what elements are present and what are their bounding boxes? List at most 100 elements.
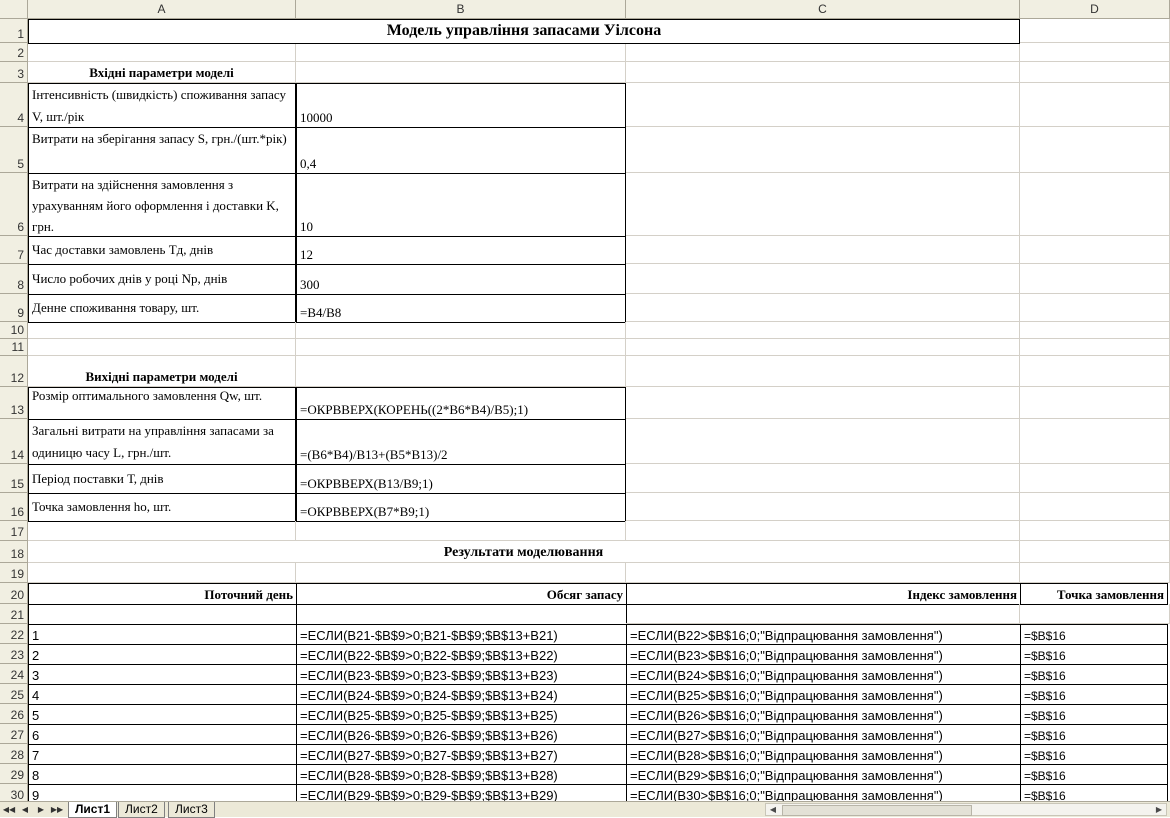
row-header-16[interactable]: 16: [0, 493, 28, 521]
cell[interactable]: [28, 563, 296, 583]
table-row-order-index[interactable]: =ЕСЛИ(B22>$B$16;0;"Відпрацювання замовле…: [626, 624, 1021, 645]
input-label[interactable]: Денне споживання товару, шт.: [28, 294, 296, 323]
spreadsheet-grid[interactable]: A B C D 1 2 3 4 5 6 7 8 9 10 11 12 13 14…: [0, 0, 1170, 801]
cell[interactable]: [1020, 236, 1170, 264]
input-value[interactable]: 10: [296, 173, 626, 237]
cell[interactable]: [1020, 563, 1170, 583]
cell[interactable]: [626, 356, 1020, 387]
cell[interactable]: [296, 563, 626, 583]
table-row-order-index[interactable]: =ЕСЛИ(B29>$B$16;0;"Відпрацювання замовле…: [626, 764, 1021, 785]
table-row-day[interactable]: 9: [28, 784, 297, 801]
output-value[interactable]: =ОКРВВЕРХ(B13/B9;1): [296, 464, 626, 494]
column-header-b[interactable]: B: [296, 0, 626, 19]
table-header[interactable]: Точка замовлення: [1020, 583, 1168, 605]
column-header-d[interactable]: D: [1020, 0, 1170, 19]
input-label[interactable]: Число робочих днів у році Np, днів: [28, 264, 296, 295]
table-row-stock[interactable]: =ЕСЛИ(B24-$B$9>0;B24-$B$9;$B$13+B24): [296, 684, 627, 705]
table-row-order-index[interactable]: =ЕСЛИ(B25>$B$16;0;"Відпрацювання замовле…: [626, 684, 1021, 705]
cell[interactable]: [1020, 127, 1170, 173]
table-row-day[interactable]: 2: [28, 644, 297, 665]
scroll-right-icon[interactable]: ▶: [1152, 804, 1166, 815]
cell[interactable]: [626, 387, 1020, 419]
cell[interactable]: [626, 173, 1020, 236]
outputs-header[interactable]: Вихідні параметри моделі: [28, 356, 296, 387]
cell[interactable]: [296, 339, 626, 356]
row-header-27[interactable]: 27: [0, 724, 28, 744]
output-label[interactable]: Загальні витрати на управління запасами …: [28, 419, 296, 465]
cell[interactable]: [1020, 387, 1170, 419]
row-header-13[interactable]: 13: [0, 387, 28, 419]
cell[interactable]: [1020, 62, 1170, 83]
cell[interactable]: [1020, 264, 1170, 294]
cell[interactable]: [1020, 604, 1170, 624]
table-row-order-point[interactable]: =$B$16: [1020, 784, 1168, 801]
row-header-9[interactable]: 9: [0, 294, 28, 322]
table-row-order-point[interactable]: =$B$16: [1020, 704, 1168, 725]
table-row-stock[interactable]: =ЕСЛИ(B25-$B$9>0;B25-$B$9;$B$13+B25): [296, 704, 627, 725]
row-header-7[interactable]: 7: [0, 236, 28, 264]
row-header-17[interactable]: 17: [0, 521, 28, 541]
table-row-stock[interactable]: =ЕСЛИ(B27-$B$9>0;B27-$B$9;$B$13+B27): [296, 744, 627, 765]
cell[interactable]: [1020, 43, 1170, 62]
table-row-day[interactable]: 5: [28, 704, 297, 725]
input-value[interactable]: 300: [296, 264, 626, 295]
input-label[interactable]: Час доставки замовлень Тд, днів: [28, 236, 296, 265]
cell[interactable]: [296, 521, 626, 541]
cell[interactable]: [626, 339, 1020, 356]
select-all-corner[interactable]: [0, 0, 28, 19]
input-label[interactable]: Витрати на здійснення замовлення з ураху…: [28, 173, 296, 237]
table-row-order-index[interactable]: =ЕСЛИ(B24>$B$16;0;"Відпрацювання замовле…: [626, 664, 1021, 685]
row-header-28[interactable]: 28: [0, 744, 28, 764]
input-value[interactable]: =B4/B8: [296, 294, 626, 323]
input-value[interactable]: 10000: [296, 83, 626, 128]
input-value[interactable]: 0,4: [296, 127, 626, 174]
table-row-day[interactable]: 6: [28, 724, 297, 745]
row-header-10[interactable]: 10: [0, 322, 28, 339]
row-header-2[interactable]: 2: [0, 43, 28, 62]
row-header-8[interactable]: 8: [0, 264, 28, 294]
output-value[interactable]: =(B6*B4)/B13+(B5*B13)/2: [296, 419, 626, 465]
cell[interactable]: [296, 604, 627, 625]
cell[interactable]: [626, 127, 1020, 173]
cell[interactable]: [28, 43, 296, 62]
table-row-order-index[interactable]: =ЕСЛИ(B28>$B$16;0;"Відпрацювання замовле…: [626, 744, 1021, 765]
table-row-order-point[interactable]: =$B$16: [1020, 744, 1168, 765]
table-header[interactable]: Поточний день: [28, 583, 297, 605]
cell[interactable]: [626, 521, 1020, 541]
cell[interactable]: [296, 356, 626, 387]
cell[interactable]: [626, 464, 1020, 493]
column-header-c[interactable]: C: [626, 0, 1020, 19]
last-sheet-icon[interactable]: ▶▶: [50, 803, 64, 816]
input-label[interactable]: Інтенсивність (швидкість) споживання зап…: [28, 83, 296, 128]
table-row-stock[interactable]: =ЕСЛИ(B26-$B$9>0;B26-$B$9;$B$13+B26): [296, 724, 627, 745]
table-row-order-index[interactable]: =ЕСЛИ(B23>$B$16;0;"Відпрацювання замовле…: [626, 644, 1021, 665]
tab-sheet3[interactable]: Лист3: [168, 802, 215, 818]
row-header-26[interactable]: 26: [0, 704, 28, 724]
cell[interactable]: [296, 62, 626, 83]
results-header[interactable]: Результати моделювання: [28, 541, 1020, 563]
row-header-5[interactable]: 5: [0, 127, 28, 173]
row-header-20[interactable]: 20: [0, 583, 28, 604]
table-row-order-point[interactable]: =$B$16: [1020, 624, 1168, 645]
table-row-day[interactable]: 3: [28, 664, 297, 685]
cell[interactable]: [1020, 541, 1170, 563]
scroll-left-icon[interactable]: ◀: [766, 804, 780, 815]
table-row-day[interactable]: 7: [28, 744, 297, 765]
row-header-15[interactable]: 15: [0, 464, 28, 493]
table-header[interactable]: Індекс замовлення: [626, 583, 1021, 605]
cell[interactable]: [626, 419, 1020, 464]
tab-sheet1[interactable]: Лист1: [68, 802, 118, 818]
row-header-4[interactable]: 4: [0, 83, 28, 127]
inputs-header[interactable]: Вхідні параметри моделі: [28, 62, 296, 83]
cell[interactable]: [626, 563, 1020, 583]
table-row-stock[interactable]: =ЕСЛИ(B29-$B$9>0;B29-$B$9;$B$13+B29): [296, 784, 627, 801]
row-header-6[interactable]: 6: [0, 173, 28, 236]
cell[interactable]: [626, 264, 1020, 294]
cell[interactable]: [1020, 521, 1170, 541]
row-header-18[interactable]: 18: [0, 541, 28, 563]
table-header[interactable]: Обсяг запасу: [296, 583, 627, 605]
cell[interactable]: [28, 322, 296, 339]
cell[interactable]: [626, 604, 1020, 624]
tab-sheet2[interactable]: Лист2: [118, 802, 165, 818]
row-header-22[interactable]: 22: [0, 624, 28, 644]
